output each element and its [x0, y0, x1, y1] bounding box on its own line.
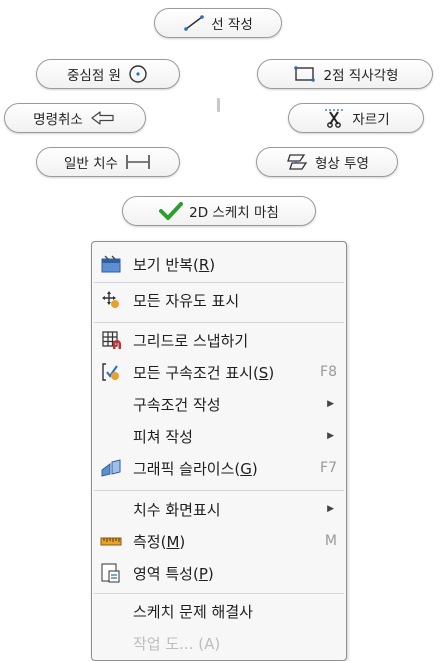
shortcut-label: F8 — [320, 364, 337, 380]
rectangle-icon — [293, 66, 315, 82]
finish-sketch-label: 2D 스케치 마침 — [189, 205, 279, 221]
center-circle-label: 중심점 원 — [67, 68, 121, 84]
finish-sketch-button[interactable]: 2D 스케치 마침 — [122, 196, 316, 226]
two-point-rectangle-button[interactable]: 2점 직사각형 — [257, 59, 433, 89]
repeat-view-icon — [100, 254, 122, 274]
measure-icon — [100, 531, 122, 551]
menu-item-repeat-view[interactable]: 보기 반복(R) — [92, 248, 346, 280]
context-menu: 보기 반복(R) 모든 자유도 표시 그리드로 스냅하기 모든 구속조건 표시(… — [91, 241, 347, 661]
undo-arrow-icon — [91, 111, 114, 125]
marking-menu-center — [217, 98, 220, 112]
project-geometry-label: 형상 투영 — [315, 156, 369, 172]
menu-item-region-properties[interactable]: 영역 특성(P) — [92, 557, 346, 589]
menu-item-label: 스케치 문제 해결사 — [133, 602, 253, 621]
menu-item-label: 피쳐 작성 — [133, 427, 193, 446]
dof-icon — [100, 290, 122, 310]
line-icon — [184, 15, 205, 31]
menu-item-show-all-dof[interactable]: 모든 자유도 표시 — [92, 284, 346, 316]
circle-icon — [129, 65, 147, 83]
submenu-arrow-icon: ▶ — [327, 399, 334, 409]
grid-snap-icon — [100, 330, 122, 350]
constraint-icon — [100, 362, 122, 382]
menu-separator — [94, 593, 344, 594]
center-circle-button[interactable]: 중심점 원 — [36, 59, 180, 89]
dimension-icon — [126, 155, 150, 169]
menu-item-label: 보기 반복(R) — [133, 255, 216, 274]
cancel-label: 명령취소 — [33, 112, 83, 128]
menu-item-label: 구속조건 작성 — [133, 395, 221, 414]
slice-icon — [100, 458, 122, 478]
menu-item-measure[interactable]: 측정(M) M — [92, 525, 346, 557]
submenu-arrow-icon: ▶ — [327, 504, 334, 514]
project-geometry-button[interactable]: 형상 투영 — [256, 147, 398, 177]
create-line-label: 선 작성 — [211, 17, 253, 33]
shortcut-label: F7 — [320, 460, 337, 476]
menu-item-label: 치수 화면표시 — [133, 500, 221, 519]
general-dimension-button[interactable]: 일반 치수 — [36, 147, 180, 177]
menu-item-label: 측정(M) — [133, 532, 186, 551]
menu-separator — [94, 490, 344, 491]
menu-item-label: 작업 도... (A) — [133, 634, 221, 653]
menu-item-show-all-constraints[interactable]: 모든 구속조건 표시(S) F8 — [92, 356, 346, 388]
submenu-arrow-icon: ▶ — [327, 431, 334, 441]
cancel-button[interactable]: 명령취소 — [4, 103, 146, 133]
menu-item-create-feature[interactable]: 피쳐 작성 ▶ — [92, 420, 346, 452]
project-geometry-icon — [287, 154, 308, 170]
shortcut-label: M — [324, 533, 337, 549]
trim-button[interactable]: 자르기 — [288, 103, 424, 133]
menu-item-dimension-display[interactable]: 치수 화면표시 ▶ — [92, 493, 346, 525]
menu-item-sketch-doctor[interactable]: 스케치 문제 해결사 — [92, 595, 346, 627]
menu-item-create-constraint[interactable]: 구속조건 작성 ▶ — [92, 388, 346, 420]
trim-label: 자르기 — [352, 112, 390, 128]
menu-item-label: 모든 자유도 표시 — [133, 291, 240, 310]
check-icon — [159, 202, 184, 220]
menu-item-label: 모든 구속조건 표시(S) — [133, 363, 275, 382]
two-point-rectangle-label: 2점 직사각형 — [323, 68, 399, 84]
menu-item-disabled: 작업 도... (A) — [92, 627, 346, 659]
menu-item-label: 그래픽 슬라이스(G) — [133, 459, 258, 478]
menu-item-label: 영역 특성(P) — [133, 564, 214, 583]
menu-separator — [94, 282, 344, 283]
menu-separator — [94, 322, 344, 323]
trim-icon — [325, 109, 344, 128]
menu-item-label: 그리드로 스냅하기 — [133, 331, 249, 350]
general-dimension-label: 일반 치수 — [64, 156, 118, 172]
menu-item-snap-to-grid[interactable]: 그리드로 스냅하기 — [92, 324, 346, 356]
menu-item-graphics-slice[interactable]: 그래픽 슬라이스(G) F7 — [92, 452, 346, 484]
region-icon — [100, 563, 122, 583]
create-line-button[interactable]: 선 작성 — [154, 8, 282, 38]
